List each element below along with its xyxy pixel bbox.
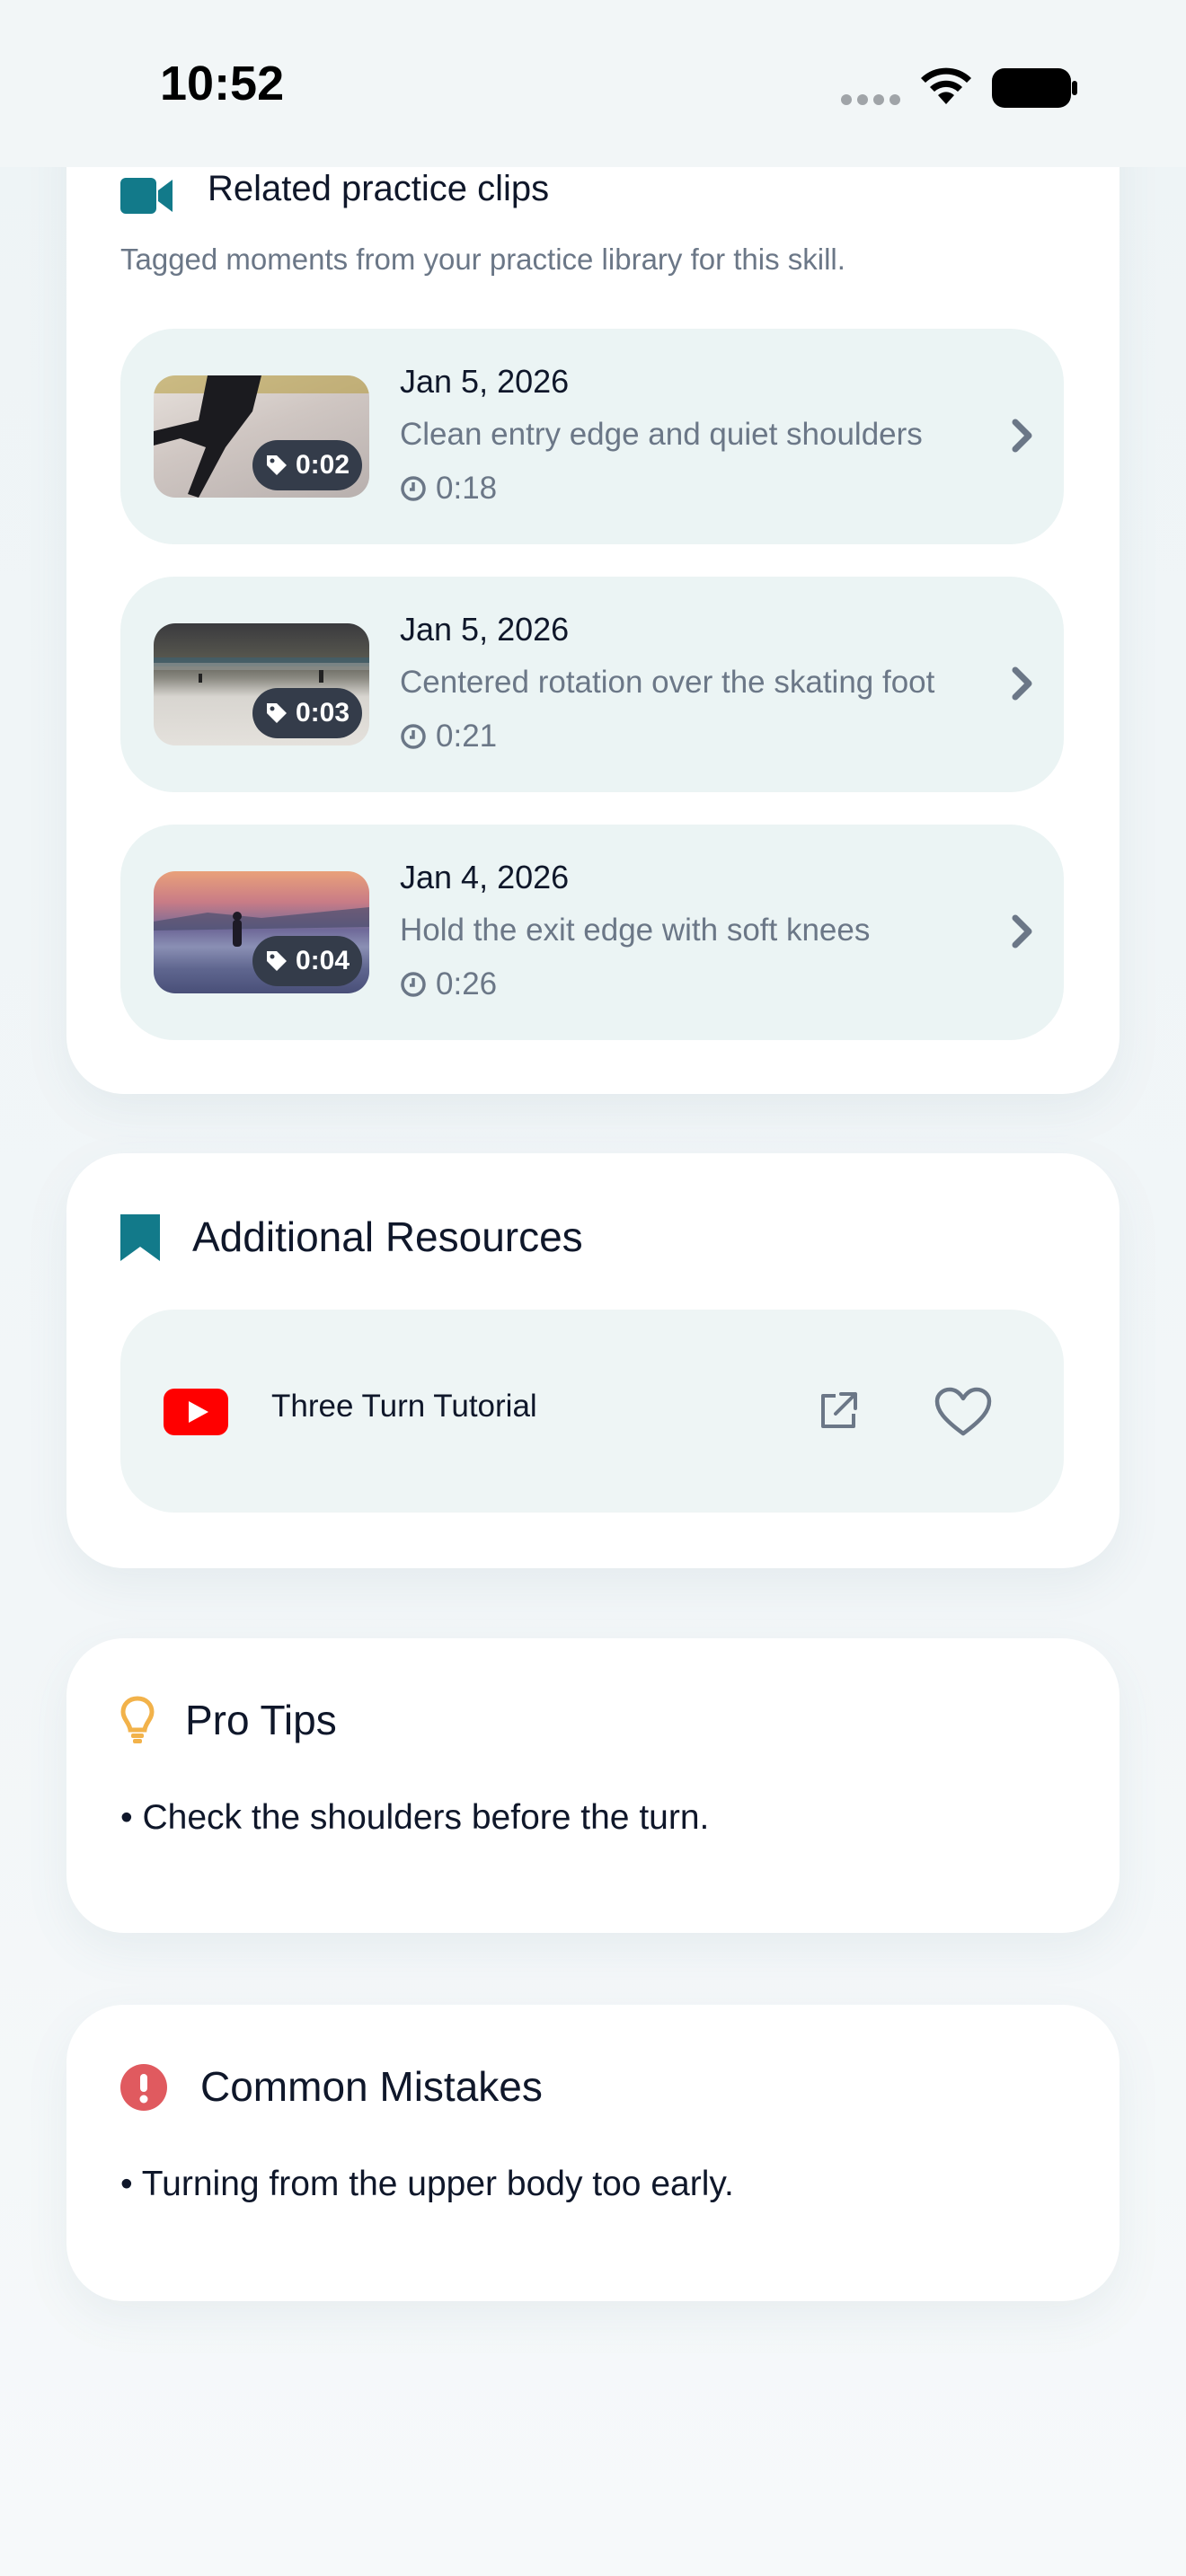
- lightbulb-icon: [120, 1696, 155, 1743]
- wifi-icon: [921, 67, 971, 104]
- cellular-signal-icon: [841, 93, 906, 110]
- clip-thumbnail: 0:03: [154, 623, 369, 745]
- clip-date: Jan 5, 2026: [400, 363, 570, 400]
- exclamation-circle-icon: [120, 2064, 167, 2111]
- clip-description: Clean entry edge and quiet shoulders: [400, 417, 923, 452]
- additional-resources-card: Additional Resources Three Turn Tutorial: [66, 1153, 1120, 1568]
- tag-time: 0:03: [295, 698, 350, 728]
- battery-icon: [992, 68, 1077, 108]
- tag-icon: [266, 703, 287, 723]
- tag-icon: [266, 455, 287, 475]
- clip-duration: 0:18: [400, 471, 497, 507]
- status-bar: 10:52: [0, 0, 1186, 167]
- bookmark-icon: [120, 1214, 160, 1261]
- clip-card[interactable]: 0:04 Jan 4, 2026 Hold the exit edge with…: [120, 825, 1064, 1040]
- clip-thumbnail: 0:04: [154, 871, 369, 993]
- common-mistakes-card: Common Mistakes • Turning from the upper…: [66, 2005, 1120, 2301]
- tag-icon: [266, 951, 287, 971]
- clip-duration: 0:26: [400, 966, 497, 1002]
- clip-description: Centered rotation over the skating foot: [400, 665, 935, 700]
- tips-section-title: Pro Tips: [185, 1697, 337, 1743]
- heart-icon[interactable]: [934, 1387, 992, 1437]
- tip-item: • Check the shoulders before the turn.: [120, 1798, 710, 1837]
- pro-tips-card: Pro Tips • Check the shoulders before th…: [66, 1638, 1120, 1933]
- clip-date: Jan 5, 2026: [400, 611, 570, 648]
- mistakes-section-title: Common Mistakes: [200, 2063, 543, 2110]
- tag-badge: 0:04: [252, 936, 362, 986]
- related-clips-card: Related practice clips Tagged moments fr…: [66, 108, 1120, 1094]
- clip-card[interactable]: 0:03 Jan 5, 2026 Centered rotation over …: [120, 577, 1064, 792]
- clip-duration: 0:21: [400, 719, 497, 754]
- resource-item[interactable]: Three Turn Tutorial: [120, 1310, 1064, 1513]
- clip-card[interactable]: 0:02 Jan 5, 2026 Clean entry edge and qu…: [120, 329, 1064, 544]
- clips-section-title: Related practice clips: [208, 169, 550, 208]
- external-link-icon[interactable]: [818, 1390, 859, 1432]
- clock-icon: [401, 476, 426, 501]
- clip-thumbnail: 0:02: [154, 375, 369, 498]
- clip-date: Jan 4, 2026: [400, 859, 570, 895]
- clip-duration-value: 0:18: [436, 471, 498, 506]
- clip-duration-value: 0:26: [436, 966, 498, 1001]
- resource-label: Three Turn Tutorial: [271, 1389, 537, 1424]
- video-camera-icon: [120, 178, 173, 214]
- resources-section-title: Additional Resources: [192, 1213, 583, 1260]
- chevron-right-icon: [1012, 666, 1032, 701]
- chevron-right-icon: [1012, 914, 1032, 948]
- clock-icon: [401, 724, 426, 749]
- tag-time: 0:02: [295, 450, 350, 480]
- status-time: 10:52: [160, 57, 285, 110]
- tag-time: 0:04: [295, 946, 350, 975]
- youtube-icon: [164, 1389, 228, 1435]
- clip-duration-value: 0:21: [436, 719, 498, 754]
- mistake-item: • Turning from the upper body too early.: [120, 2165, 734, 2203]
- chevron-right-icon: [1012, 419, 1032, 453]
- clock-icon: [401, 972, 426, 997]
- clips-section-subtitle: Tagged moments from your practice librar…: [120, 243, 845, 276]
- clip-description: Hold the exit edge with soft knees: [400, 913, 871, 948]
- tag-badge: 0:02: [252, 440, 362, 490]
- tag-badge: 0:03: [252, 688, 362, 738]
